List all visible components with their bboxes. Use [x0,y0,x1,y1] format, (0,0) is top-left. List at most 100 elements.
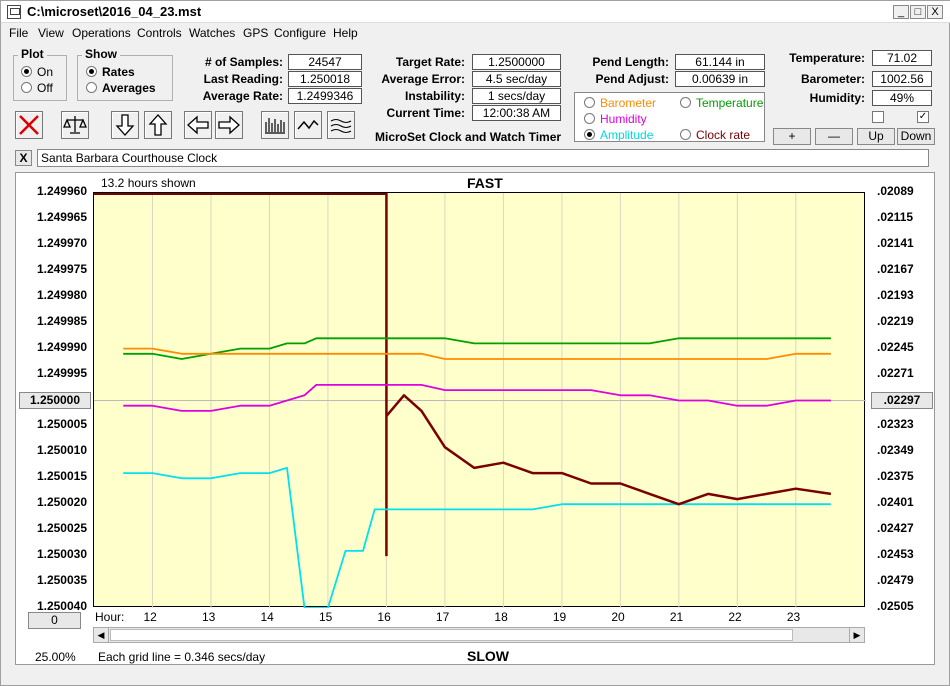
x-axis-tick: 21 [669,610,684,624]
humidity-radio[interactable]: Humidity [584,112,647,126]
app-name: MicroSet Clock and Watch Timer [375,130,562,144]
show-averages-radio[interactable]: Averages [86,81,156,95]
last-reading-label: Last Reading: [203,72,283,86]
minimize-button[interactable]: _ [893,5,909,19]
series-clock-rate [385,394,832,506]
menu-operations[interactable]: Operations [72,26,131,40]
up-button[interactable]: Up [857,128,895,145]
right-axis-tick: .02401 [877,495,914,510]
arrow-up-button[interactable] [144,111,172,139]
stop-button[interactable] [15,111,43,139]
menu-view[interactable]: View [38,26,64,40]
x-axis-tick: 18 [494,610,508,624]
target-rate-value: 1.2500000 [472,54,561,70]
barometer-radio-label: Barometer [600,96,657,110]
left-axis-tick: 1.250025 [36,521,87,536]
radio-icon [680,97,691,108]
balance-button[interactable] [61,111,89,139]
show-rates-radio[interactable]: Rates [86,65,135,79]
average-rate-value: 1.2499346 [288,88,362,104]
temperature-radio-label: Temperature [696,96,764,110]
series-temperature [123,337,831,360]
down-button[interactable]: Down [897,128,935,145]
x-axis-tick: 14 [260,610,274,624]
radio-selected-icon [86,66,97,77]
scale-balance-icon [63,116,87,134]
maximize-button[interactable]: □ [910,5,926,19]
fast-label: FAST [467,175,503,191]
plot-group-title: Plot [18,47,47,61]
right-axis-tick: .02505 [877,599,914,613]
menu-watches[interactable]: Watches [189,26,235,40]
right-axis-tick: .02427 [877,521,914,536]
radio-selected-icon [21,66,32,77]
target-rate-label: Target Rate: [395,55,465,69]
horizontal-scrollbar[interactable]: ◀ ▶ [93,627,865,643]
humidity-label: Humidity: [809,91,865,105]
series-amplitude [123,467,831,608]
right-axis-tick: .02115 [877,209,914,224]
right-axis-tick: .02245 [877,339,914,354]
amplitude-radio[interactable]: Amplitude [584,128,653,142]
line-graph-icon [297,119,319,130]
scroll-left-icon[interactable]: ◀ [94,628,109,642]
checkbox-2[interactable]: ✓ [917,111,929,123]
plot-on-label: On [37,65,54,79]
scrollbar-thumb[interactable] [110,629,793,641]
arrow-down-icon [115,114,135,136]
average-error-label: Average Error: [381,72,465,86]
plot-off-radio[interactable]: Off [21,81,53,95]
x-axis-tick: 13 [201,610,216,624]
line-view-button[interactable] [294,111,322,139]
wave-view-button[interactable] [327,111,355,139]
left-axis-tick: 1.250035 [36,573,87,588]
average-rate-label: Average Rate: [202,89,283,103]
slow-label: SLOW [467,648,509,664]
left-axis-tick: 1.249985 [36,313,87,328]
radio-icon [584,97,595,108]
temperature-radio[interactable]: Temperature [680,96,763,110]
scroll-right-icon[interactable]: ▶ [849,628,864,642]
menu-help[interactable]: Help [333,26,358,40]
left-axis-tick: 1.250005 [36,417,87,432]
left-axis-tick: 1.250010 [36,443,87,458]
menu-gps[interactable]: GPS [243,26,268,40]
temperature-value: 71.02 [872,50,932,66]
barometer-radio[interactable]: Barometer [584,96,656,110]
clock-rate-radio[interactable]: Clock rate [680,128,750,142]
left-axis-tick: 1.249995 [36,365,87,380]
series-humidity [123,384,831,412]
left-axis-tick[interactable]: 1.250000 [19,391,91,409]
window-title: C:\microset\2016_04_23.mst [27,4,202,19]
arrow-down-button[interactable] [111,111,139,139]
close-button[interactable]: X [927,5,943,19]
instability-label: Instability: [404,89,465,103]
x-axis-tick: 20 [611,610,625,624]
show-averages-label: Averages [102,81,156,95]
bar-view-button[interactable] [261,111,289,139]
clock-rate-radio-label: Clock rate [696,128,751,142]
right-axis-tick: .02323 [877,417,914,432]
minus-button[interactable]: — [815,128,853,145]
pend-adjust-value: 0.00639 in [675,71,765,87]
title-bar: C:\microset\2016_04_23.mst _ □ X [1,1,950,23]
arrow-left-button[interactable] [184,111,212,139]
plot-on-radio[interactable]: On [21,65,53,79]
x-axis-tick: 22 [728,610,742,624]
barometer-label: Barometer: [800,72,865,86]
plus-button[interactable]: + [773,128,811,145]
menu-file[interactable]: File [9,26,28,40]
clock-name-field[interactable]: Santa Barbara Courthouse Clock [37,149,929,167]
left-axis-tick: 1.249970 [36,235,87,250]
menu-configure[interactable]: Configure [274,26,326,40]
checkbox-1[interactable] [872,111,884,123]
zero-button[interactable]: 0 [28,612,81,629]
arrow-right-button[interactable] [215,111,243,139]
menu-controls[interactable]: Controls [137,26,182,40]
clear-name-button[interactable]: X [15,150,32,166]
arrow-right-icon [218,115,240,135]
right-axis-tick: .02141 [877,235,914,250]
chart-svg [94,193,866,608]
app-icon [7,5,21,19]
right-axis-tick[interactable]: .02297 [871,391,933,409]
